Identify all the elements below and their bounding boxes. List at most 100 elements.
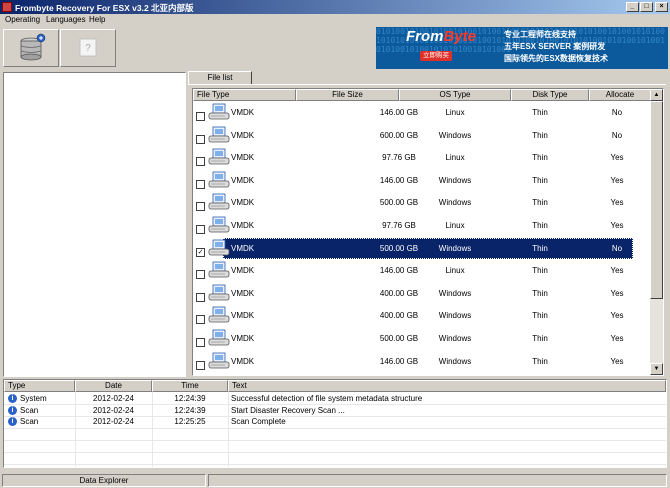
virtual-machine-icon <box>208 216 230 233</box>
log-row[interactable]: i Scan 2012-02-24 12:25:25 Scan Complete <box>4 416 666 428</box>
file-row[interactable]: VMDK 146.00 GB Linux Thin No <box>193 101 651 123</box>
file-row[interactable]: VMDK 500.00 GB Windows Thin Yes <box>193 327 651 349</box>
maximize-button[interactable]: □ <box>640 2 653 12</box>
log-cell-date: 2012-02-24 <box>93 405 134 415</box>
app-icon <box>2 2 12 12</box>
banner-buy-badge[interactable]: 立即购买 <box>420 51 452 61</box>
file-row[interactable]: VMDK 146.00 GB Windows Thin Yes <box>193 350 651 372</box>
cell-disk-type: Thin <box>532 243 548 253</box>
file-list-scrollbar[interactable]: ▲ ▼ <box>650 89 663 375</box>
log-panel[interactable]: Type Date Time Text i System 2012-02-24 12:… <box>3 379 667 468</box>
col-header-file-type[interactable]: File Type <box>193 89 296 101</box>
ad-banner[interactable]: 0101001010010100101001010011010100101001… <box>376 27 668 69</box>
status-panel-info <box>208 474 667 487</box>
row-checkbox[interactable] <box>196 315 205 325</box>
file-row[interactable]: VMDK 146.00 GB Linux Thin Yes <box>193 259 651 281</box>
menu-help[interactable]: Help <box>89 15 105 24</box>
log-cell-time: 12:24:39 <box>174 394 206 403</box>
log-col-text[interactable]: Text <box>228 380 666 392</box>
cell-os-type: Windows <box>438 356 472 366</box>
row-checkbox[interactable] <box>196 292 205 302</box>
explorer-tree-panel[interactable] <box>3 72 186 377</box>
cell-disk-type: Thin <box>532 130 548 140</box>
cell-allocate: Yes <box>610 311 624 321</box>
file-row[interactable]: VMDK 97.76 GB Linux Thin Yes <box>193 146 651 168</box>
row-checkbox[interactable] <box>196 338 205 347</box>
cell-disk-type: Thin <box>532 198 548 208</box>
cell-os-type: Windows <box>438 198 472 208</box>
window-title: Frombyte Recovery For ESX v3.2 北亚内部版 <box>15 3 194 13</box>
cell-os-type: Linux <box>445 221 465 230</box>
file-row[interactable]: VMDK 600.00 GB Windows Thin No <box>193 124 651 146</box>
virtual-machine-icon <box>208 261 230 278</box>
cell-file-type: VMDK <box>231 108 255 117</box>
row-checkbox[interactable] <box>196 157 205 167</box>
virtual-machine-icon <box>208 193 230 210</box>
banner-line-3: 国际领先的ESX数据恢复技术 <box>504 54 609 63</box>
scroll-thumb[interactable] <box>650 101 663 299</box>
menu-bar: Operating Languages Help <box>0 14 670 26</box>
log-row[interactable]: i System 2012-02-24 12:24:39 Successful dete… <box>4 393 666 405</box>
log-col-date[interactable]: Date <box>75 380 152 392</box>
row-checkbox[interactable]: ✓ <box>196 247 205 257</box>
status-bar: Data Explorer <box>0 473 670 488</box>
row-checkbox[interactable] <box>196 134 205 144</box>
cell-disk-type: Thin <box>532 288 548 298</box>
file-row[interactable]: VMDK 400.00 GB Windows Thin Yes <box>193 282 651 304</box>
cell-disk-type: Thin <box>532 356 548 366</box>
cell-os-type: Windows <box>438 130 472 140</box>
virtual-machine-icon <box>208 126 230 142</box>
cell-file-type: VMDK <box>231 243 255 253</box>
menu-operating[interactable]: Operating <box>5 15 40 24</box>
banner-line-1: 专业工程师在线支持 <box>504 30 576 39</box>
log-col-type[interactable]: Type <box>4 380 75 392</box>
virtual-machine-icon <box>208 284 230 301</box>
file-row[interactable]: VMDK 500.00 GB Windows Thin Yes <box>193 191 651 213</box>
cell-os-type: Linux <box>445 153 465 163</box>
col-header-os-type[interactable]: OS Type <box>399 89 511 101</box>
banner-line-2: 五年ESX SERVER 案例研发 <box>504 42 606 51</box>
info-icon: i <box>8 417 17 426</box>
row-checkbox[interactable] <box>196 225 205 234</box>
cell-allocate: Yes <box>610 221 624 230</box>
col-header-disk-type[interactable]: Disk Type <box>511 89 589 101</box>
log-col-time[interactable]: Time <box>152 380 228 392</box>
log-row[interactable]: i Scan 2012-02-24 12:24:39 Start Disaster Re… <box>4 405 666 417</box>
cell-os-type: Windows <box>438 175 472 185</box>
file-row[interactable]: ✓ VMDK 500.00 GB Windows Thin No <box>193 237 651 259</box>
file-row[interactable]: VMDK 146.00 GB Windows Thin Yes <box>193 169 651 191</box>
help-icon: ? <box>79 38 97 57</box>
open-disk-button[interactable] <box>3 29 59 67</box>
cell-file-type: VMDK <box>231 175 255 185</box>
log-cell-type: Scan <box>20 417 39 426</box>
file-row[interactable]: VMDK 97.76 GB Linux Thin Yes <box>193 214 651 236</box>
virtual-machine-icon <box>208 171 230 188</box>
tab-file-list[interactable]: File list <box>188 71 252 85</box>
close-button[interactable]: × <box>655 2 668 12</box>
help-button[interactable]: ? <box>60 29 116 67</box>
row-checkbox[interactable] <box>196 179 205 189</box>
virtual-machine-icon <box>208 239 230 255</box>
row-checkbox[interactable] <box>196 270 205 280</box>
virtual-machine-icon <box>208 352 230 368</box>
minimize-button[interactable]: _ <box>626 2 639 12</box>
log-cell-text: Scan Complete <box>231 417 286 426</box>
row-checkbox[interactable] <box>196 112 205 121</box>
file-row[interactable]: VMDK 400.00 GB Windows Thin Yes <box>193 304 651 326</box>
cell-allocate: Yes <box>610 356 624 366</box>
cell-allocate: Yes <box>610 175 624 185</box>
cell-allocate: Yes <box>610 198 624 208</box>
virtual-machine-icon <box>208 103 230 120</box>
cell-file-type: VMDK <box>231 266 255 276</box>
scroll-up-button[interactable]: ▲ <box>650 89 663 101</box>
row-checkbox[interactable] <box>196 360 205 370</box>
row-checkbox[interactable] <box>196 202 205 212</box>
menu-languages[interactable]: Languages <box>46 15 86 24</box>
cell-allocate: Yes <box>610 334 624 343</box>
col-header-file-size[interactable]: File Size <box>296 89 399 101</box>
col-header-allocate[interactable]: Allocate <box>589 89 651 101</box>
scroll-down-button[interactable]: ▼ <box>650 363 663 375</box>
cell-os-type: Windows <box>438 334 472 343</box>
file-list-grid[interactable]: File Type File Size OS Type Disk Type Al… <box>192 88 664 376</box>
virtual-machine-icon <box>208 306 230 323</box>
